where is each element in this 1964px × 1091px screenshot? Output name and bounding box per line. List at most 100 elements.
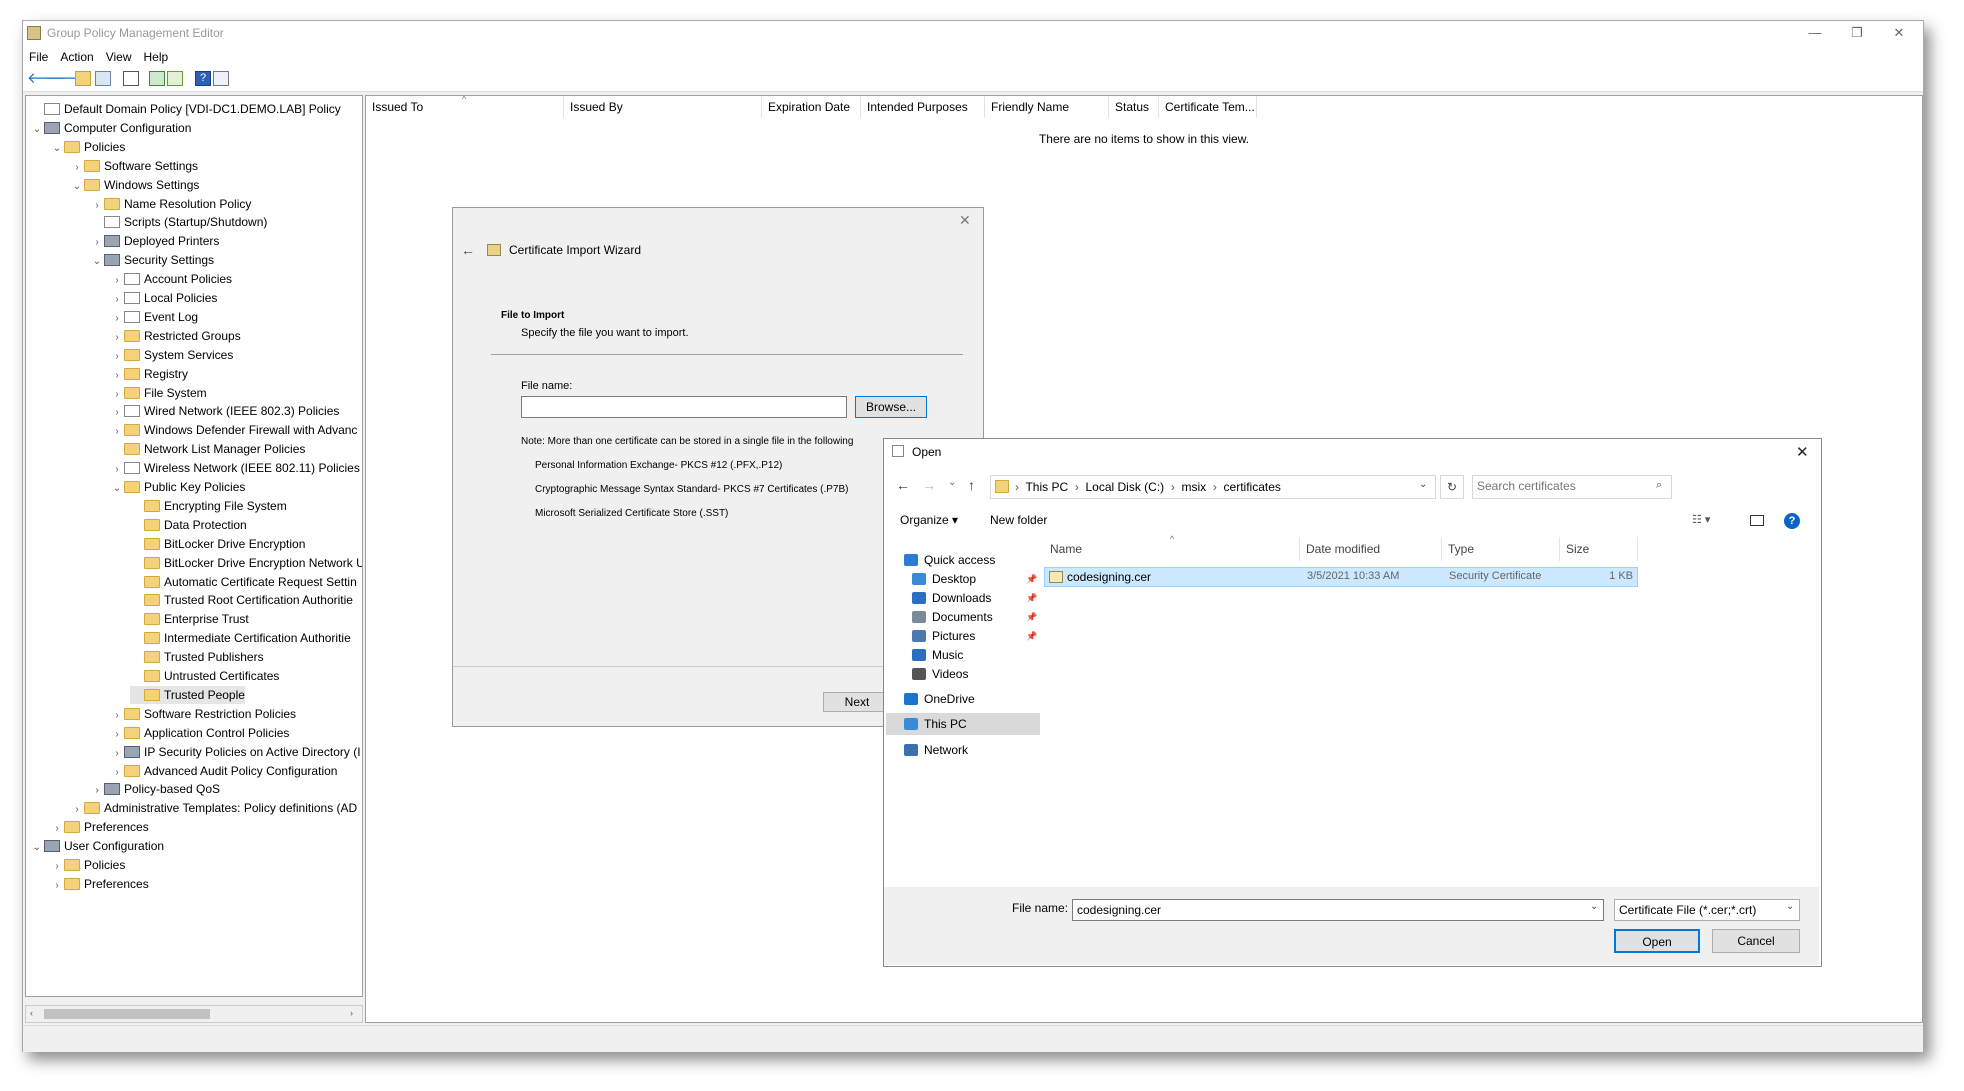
chevron-right-icon[interactable]: ›	[110, 310, 124, 328]
chevron-right-icon[interactable]: ›	[70, 801, 84, 819]
chevron-right-icon[interactable]: ›	[110, 348, 124, 366]
tree-node[interactable]: › Local Policies	[110, 289, 217, 307]
tree-node[interactable]: › Restricted Groups	[110, 327, 240, 347]
col-friendly-name[interactable]: Friendly Name	[985, 96, 1109, 118]
nav-item[interactable]: Videos	[886, 663, 1040, 685]
chevron-right-icon[interactable]: ›	[110, 404, 124, 422]
chevron-down-icon[interactable]: ⌄	[90, 253, 104, 271]
help-icon[interactable]: ?	[195, 71, 211, 86]
chevron-down-icon[interactable]: ⌄	[50, 140, 64, 158]
chevron-right-icon[interactable]: ›	[110, 367, 124, 385]
tree-node[interactable]: Default Domain Policy [VDI-DC1.DEMO.LAB]…	[30, 100, 341, 118]
filename-input[interactable]: codesigning.cer	[1072, 899, 1604, 921]
filename-dropdown-icon[interactable]: ⌄	[1590, 901, 1598, 912]
scroll-thumb[interactable]	[44, 1009, 210, 1019]
export-list-icon[interactable]	[167, 71, 183, 86]
tree-node[interactable]: › System Services	[110, 346, 233, 364]
search-input[interactable]: Search certificates	[1472, 475, 1672, 499]
new-folder-button[interactable]: New folder	[990, 513, 1047, 527]
minimize-button[interactable]: —	[1795, 21, 1835, 47]
scroll-right-icon[interactable]: ›	[350, 1008, 353, 1018]
open-button[interactable]: Open	[1614, 929, 1700, 953]
tree-horizontal-scrollbar[interactable]: ‹ ›	[25, 1005, 363, 1023]
chevron-right-icon[interactable]: ›	[110, 329, 124, 347]
wizard-back-arrow-icon[interactable]: ←	[461, 242, 475, 258]
close-button[interactable]: ✕	[1879, 21, 1919, 47]
breadcrumb-msix[interactable]: msix	[1182, 480, 1207, 494]
tree-node[interactable]: › Registry	[110, 365, 188, 383]
tree-node[interactable]: › Policy-based QoS	[90, 780, 220, 798]
tree-node[interactable]: › File System	[110, 384, 206, 404]
chevron-right-icon[interactable]: ›	[50, 877, 64, 895]
tree-node[interactable]: BitLocker Drive Encryption	[130, 535, 305, 553]
tree-node[interactable]: ⌄ Policies	[50, 138, 126, 158]
filetype-dropdown-icon[interactable]: ⌄	[1786, 901, 1794, 912]
tree-node[interactable]: › Policies	[50, 856, 125, 874]
up-icon[interactable]: ↑	[968, 477, 975, 493]
tree-node[interactable]: Automatic Certificate Request Settin	[130, 573, 357, 591]
col-date-modified[interactable]: Date modified	[1300, 537, 1442, 561]
tree-node[interactable]: Intermediate Certification Authoritie	[130, 629, 351, 647]
address-bar[interactable]: › This PC › Local Disk (C:) › msix › cer…	[990, 475, 1436, 499]
tree-node[interactable]: Network List Manager Policies	[110, 440, 305, 458]
breadcrumb-local-disk[interactable]: Local Disk (C:)	[1085, 480, 1164, 494]
tree-node[interactable]: ⌄ Computer Configuration	[30, 119, 192, 137]
chevron-right-icon[interactable]: ›	[110, 423, 124, 441]
chevron-right-icon[interactable]: ›	[90, 197, 104, 215]
back-arrow-icon[interactable]: 🡐	[27, 71, 67, 86]
chevron-right-icon[interactable]: ›	[50, 820, 64, 838]
show-tree-icon[interactable]	[95, 71, 111, 86]
nav-item[interactable]: This PC	[886, 713, 1040, 735]
tree-node[interactable]: Trusted Publishers	[130, 648, 264, 666]
open-dialog-close-icon[interactable]: ✕	[1796, 443, 1809, 461]
col-certificate-template[interactable]: Certificate Tem...	[1159, 96, 1257, 118]
file-name-input[interactable]	[521, 396, 847, 418]
chevron-down-icon[interactable]: ⌄	[30, 839, 44, 857]
tree-node[interactable]: Trusted People	[130, 685, 245, 704]
tree-node[interactable]: ⌄ Windows Settings	[70, 176, 200, 194]
refresh-icon[interactable]	[149, 71, 165, 86]
tree-node[interactable]: › Name Resolution Policy	[90, 195, 251, 213]
cancel-button[interactable]: Cancel	[1712, 929, 1800, 953]
chevron-right-icon[interactable]: ›	[70, 159, 84, 177]
chevron-right-icon[interactable]: ›	[110, 745, 124, 763]
tree-node[interactable]: › Application Control Policies	[110, 724, 289, 742]
chevron-right-icon[interactable]: ›	[110, 272, 124, 290]
tree-node[interactable]: Trusted Root Certification Authoritie	[130, 591, 353, 609]
tree-node[interactable]: › Software Settings	[70, 157, 198, 175]
breadcrumb-this-pc[interactable]: This PC	[1025, 480, 1068, 494]
tree-node[interactable]: › Preferences	[50, 875, 148, 895]
forward-arrow-icon[interactable]: 🡒	[45, 71, 85, 86]
tree-node[interactable]: Untrusted Certificates	[130, 667, 279, 685]
tree-node[interactable]: › Wireless Network (IEEE 802.11) Policies	[110, 459, 360, 477]
tree-node[interactable]: › Preferences	[50, 818, 148, 838]
tree-node[interactable]: › Advanced Audit Policy Configuration	[110, 762, 337, 780]
organize-button[interactable]: Organize ▾	[900, 513, 958, 527]
nav-item[interactable]: Network	[886, 739, 1040, 761]
chevron-right-icon[interactable]: ›	[90, 234, 104, 252]
tree-node[interactable]: ⌄ Security Settings	[90, 251, 214, 269]
tree-node[interactable]: Data Protection	[130, 516, 247, 534]
col-issued-by[interactable]: Issued By	[564, 96, 762, 118]
tree-node[interactable]: ⌄ Public Key Policies	[110, 478, 246, 496]
chevron-right-icon[interactable]: ›	[110, 726, 124, 744]
restore-button[interactable]: ❐	[1837, 21, 1877, 47]
chevron-right-icon[interactable]: ›	[110, 461, 124, 479]
properties-icon[interactable]	[123, 71, 139, 86]
next-button[interactable]: Next	[823, 692, 891, 712]
col-expiration-date[interactable]: Expiration Date	[762, 96, 861, 118]
forward-icon[interactable]: →	[922, 477, 936, 493]
col-type[interactable]: Type	[1442, 537, 1560, 561]
tree-node[interactable]: Scripts (Startup/Shutdown)	[90, 213, 267, 231]
tree-node[interactable]: › IP Security Policies on Active Director…	[110, 743, 360, 763]
change-view-icon[interactable]: ☷ ▾	[1692, 513, 1710, 526]
tree-node[interactable]: › Wired Network (IEEE 802.3) Policies	[110, 402, 339, 420]
tree-node[interactable]: › Administrative Templates: Policy defini…	[70, 799, 357, 817]
tree-node[interactable]: › Windows Defender Firewall with Advanc	[110, 421, 357, 439]
chevron-right-icon[interactable]: ›	[110, 386, 124, 404]
chevron-right-icon[interactable]: ›	[90, 782, 104, 800]
help-icon[interactable]: ?	[1784, 513, 1800, 529]
breadcrumb-certificates[interactable]: certificates	[1224, 480, 1281, 494]
menu-file[interactable]: File	[23, 47, 54, 64]
preview-pane-icon[interactable]	[1750, 515, 1764, 526]
